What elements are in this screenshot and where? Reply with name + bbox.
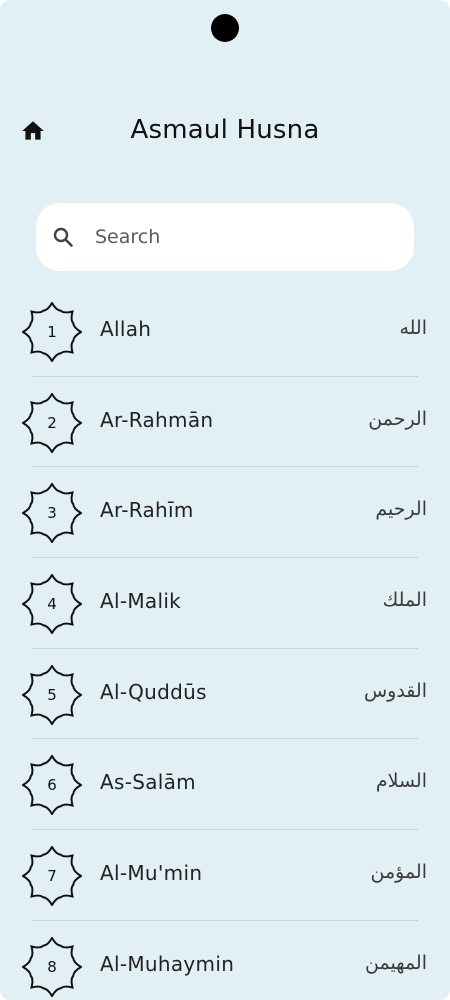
number-badge: 5 xyxy=(22,664,82,725)
home-button[interactable] xyxy=(18,116,48,146)
name-number: 8 xyxy=(47,957,57,976)
name-number: 3 xyxy=(47,504,57,523)
number-badge: 7 xyxy=(22,846,82,907)
name-arabic: الله xyxy=(399,317,427,339)
camera-cutout xyxy=(211,14,239,42)
name-arabic: القدوس xyxy=(363,679,427,702)
list-item[interactable]: 7 Al-Mu'min المؤمن xyxy=(0,830,450,921)
home-icon xyxy=(22,121,44,140)
name-arabic: المهيمن xyxy=(365,951,427,974)
search-bar[interactable] xyxy=(36,203,414,271)
name-number: 1 xyxy=(47,323,57,341)
list-item[interactable]: 6 As-Salām السلام xyxy=(0,739,450,831)
name-arabic: الرحيم xyxy=(375,498,427,521)
name-latin: Al-Malik xyxy=(100,589,182,614)
list-item[interactable]: 5 Al-Quddūs القدوس xyxy=(0,649,450,740)
number-badge: 4 xyxy=(22,574,82,635)
name-number: 4 xyxy=(47,595,57,614)
name-latin: Ar-Rahmān xyxy=(100,407,214,432)
names-list: 1 Allah الله 2 Ar-Rahmān الرحمن 3 Ar-Rah… xyxy=(0,286,450,1000)
list-item[interactable]: 1 Allah الله xyxy=(0,286,450,377)
name-number: 7 xyxy=(47,867,57,886)
name-arabic: المؤمن xyxy=(370,861,427,884)
name-latin: Allah xyxy=(100,317,152,341)
name-latin: Al-Mu'min xyxy=(100,861,203,886)
page-title: Asmaul Husna xyxy=(130,115,320,145)
number-badge: 1 xyxy=(22,302,82,362)
list-item[interactable]: 3 Ar-Rahīm الرحيم xyxy=(0,467,450,559)
number-badge: 6 xyxy=(22,755,82,816)
search-input[interactable] xyxy=(93,225,387,249)
number-badge: 3 xyxy=(22,483,82,544)
app-bar: Asmaul Husna xyxy=(0,100,450,160)
name-latin: As-Salām xyxy=(100,770,196,795)
name-arabic: الرحمن xyxy=(368,407,427,430)
name-number: 6 xyxy=(47,776,57,795)
name-number: 2 xyxy=(47,413,57,432)
list-item[interactable]: 8 Al-Muhaymin المهيمن xyxy=(0,921,450,1000)
list-item[interactable]: 4 Al-Malik الملك xyxy=(0,558,450,649)
number-badge: 8 xyxy=(22,936,82,997)
app-screen: Asmaul Husna 1 Allah الله xyxy=(0,0,450,1000)
name-latin: Ar-Rahīm xyxy=(100,498,194,523)
name-number: 5 xyxy=(47,685,57,704)
name-arabic: السلام xyxy=(375,770,427,793)
name-latin: Al-Muhaymin xyxy=(100,951,235,976)
name-arabic: الملك xyxy=(382,589,427,612)
search-icon xyxy=(51,225,75,249)
name-latin: Al-Quddūs xyxy=(100,679,207,704)
number-badge: 2 xyxy=(22,392,82,453)
list-item[interactable]: 2 Ar-Rahmān الرحمن xyxy=(0,377,450,468)
